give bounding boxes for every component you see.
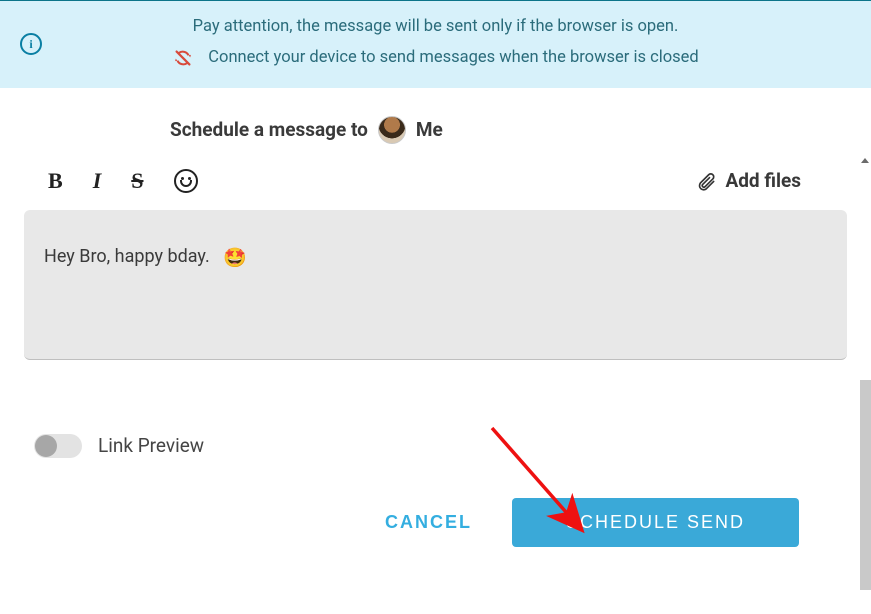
action-buttons: CANCEL SCHEDULE SEND <box>24 498 847 547</box>
avatar <box>378 116 406 144</box>
link-preview-toggle[interactable] <box>34 434 82 458</box>
message-composer[interactable]: Hey Bro, happy bday. 🤩 <box>24 210 847 360</box>
header-prefix: Schedule a message to <box>170 118 368 141</box>
paperclip-icon <box>697 171 717 191</box>
emoji-button[interactable] <box>174 169 198 193</box>
cancel-button[interactable]: CANCEL <box>367 498 490 547</box>
bold-button[interactable]: B <box>48 168 63 194</box>
banner-line-1: Pay attention, the message will be sent … <box>12 11 859 42</box>
options-row: Link Preview <box>24 360 847 498</box>
italic-button[interactable]: I <box>93 168 102 194</box>
add-files-button[interactable]: Add files <box>697 169 801 192</box>
scroll-up-caret[interactable] <box>861 158 869 163</box>
schedule-send-button[interactable]: SCHEDULE SEND <box>512 498 799 547</box>
message-text: Hey Bro, happy bday. <box>44 246 210 267</box>
schedule-header: Schedule a message to Me <box>170 88 871 162</box>
toggle-knob <box>35 435 57 457</box>
info-banner: i Pay attention, the message will be sen… <box>0 0 871 88</box>
banner-text-1: Pay attention, the message will be sent … <box>193 11 679 42</box>
banner-line-2: Connect your device to send messages whe… <box>12 42 859 73</box>
scrollbar[interactable] <box>860 380 871 590</box>
recipient-name: Me <box>416 118 443 141</box>
banner-text-2: Connect your device to send messages whe… <box>208 42 698 73</box>
link-preview-label: Link Preview <box>98 434 204 457</box>
message-emoji: 🤩 <box>223 246 247 269</box>
info-icon: i <box>20 33 42 55</box>
formatting-toolbar: B I S Add files <box>24 162 847 210</box>
strikethrough-button[interactable]: S <box>131 168 143 194</box>
sync-off-icon <box>172 47 194 69</box>
add-files-label: Add files <box>725 169 801 192</box>
